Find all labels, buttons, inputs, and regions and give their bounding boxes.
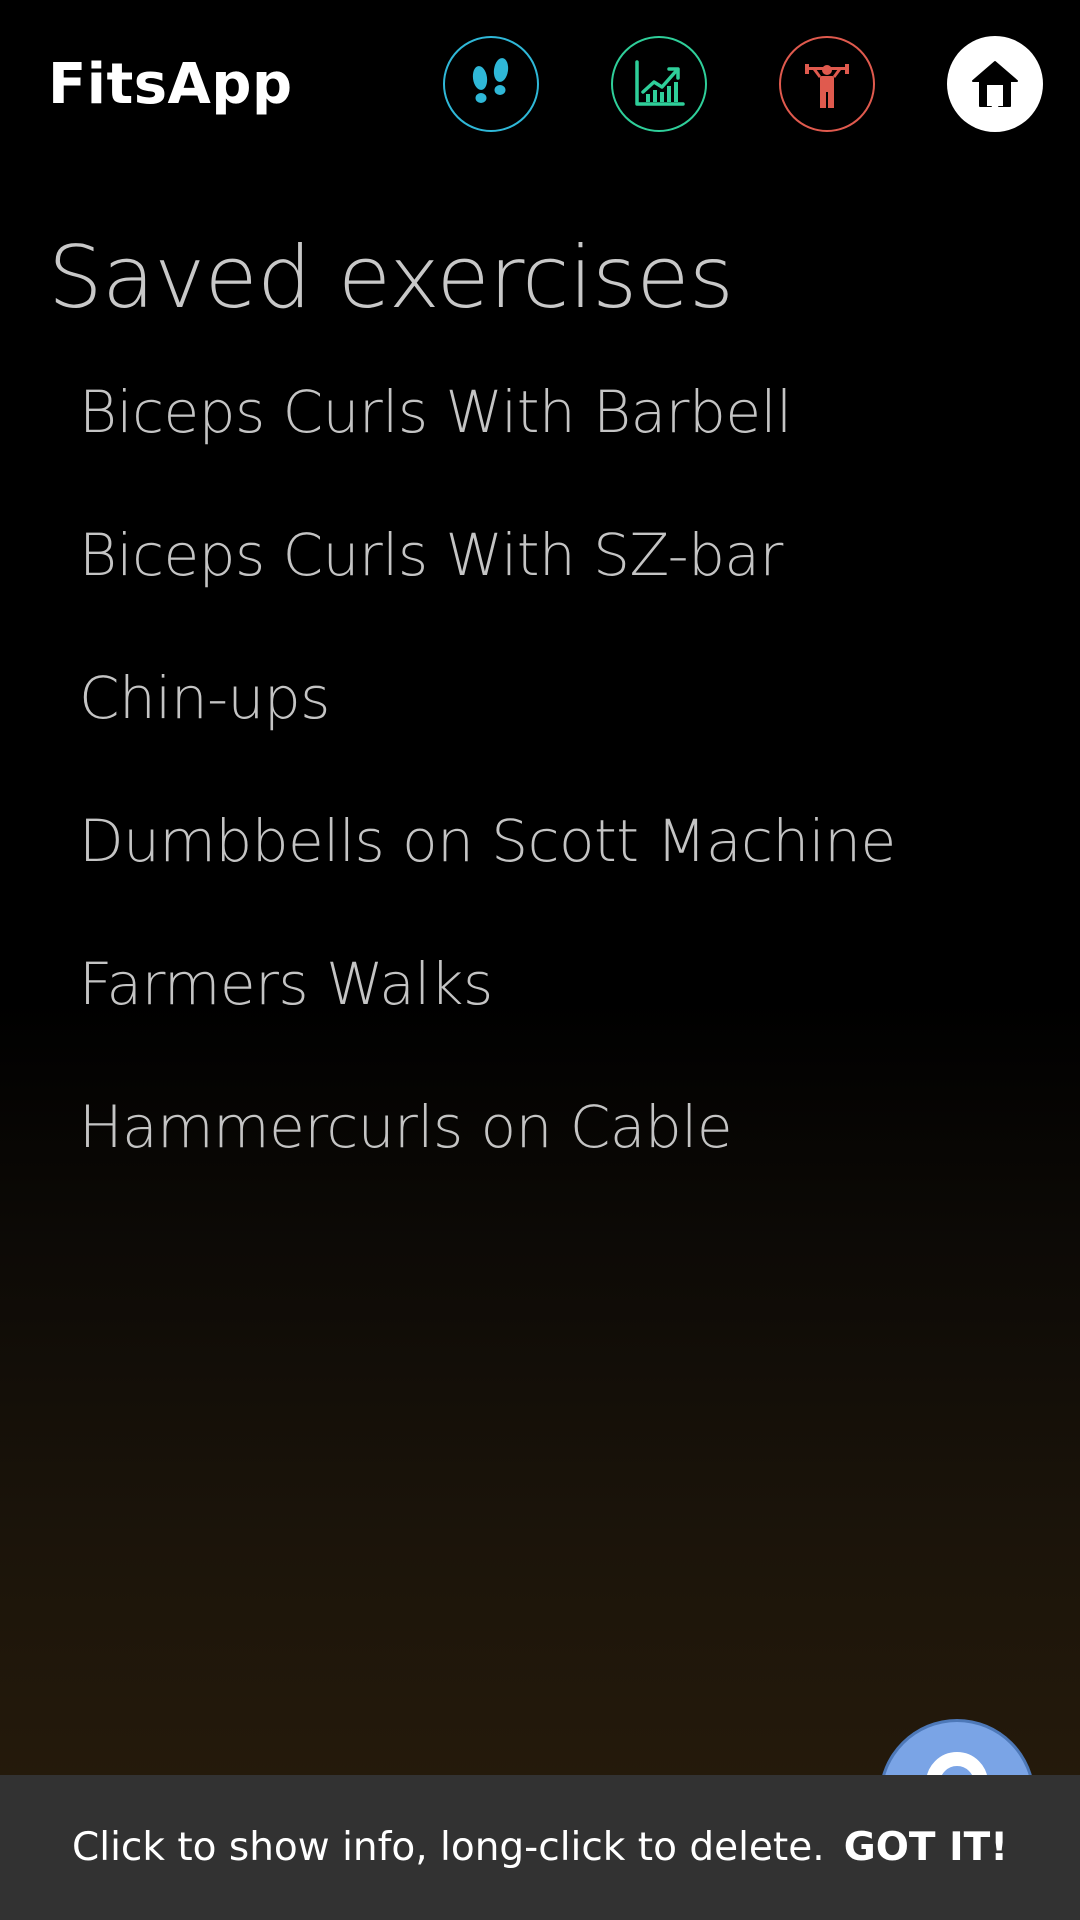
stats-button[interactable] <box>611 36 707 132</box>
app-title: FitsApp <box>48 52 293 117</box>
exercise-item[interactable]: Hammercurls on Cable <box>0 1055 1080 1198</box>
snackbar: Click to show info, long-click to delete… <box>0 1775 1080 1920</box>
exercise-item[interactable]: Farmers Walks <box>0 912 1080 1055</box>
exercise-item[interactable]: Biceps Curls With Barbell <box>0 340 1080 483</box>
steps-button[interactable] <box>443 36 539 132</box>
weightlifter-icon <box>805 64 849 108</box>
exercise-item[interactable]: Chin-ups <box>0 626 1080 769</box>
home-button[interactable] <box>947 36 1043 132</box>
home-icon <box>972 61 1018 107</box>
exercise-item[interactable]: Biceps Curls With SZ-bar <box>0 483 1080 626</box>
snackbar-message: Click to show info, long-click to delete… <box>72 1825 825 1870</box>
workout-button[interactable] <box>779 36 875 132</box>
top-app-bar: FitsApp <box>0 0 1080 170</box>
got-it-button[interactable]: GOT IT! <box>844 1775 1008 1920</box>
exercise-item[interactable]: Dumbbells on Scott Machine <box>0 769 1080 912</box>
footsteps-icon <box>472 58 509 103</box>
exercise-list: Biceps Curls With Barbell Biceps Curls W… <box>0 340 1080 1198</box>
page-heading: Saved exercises <box>48 228 734 328</box>
chart-trend-icon <box>635 60 685 106</box>
